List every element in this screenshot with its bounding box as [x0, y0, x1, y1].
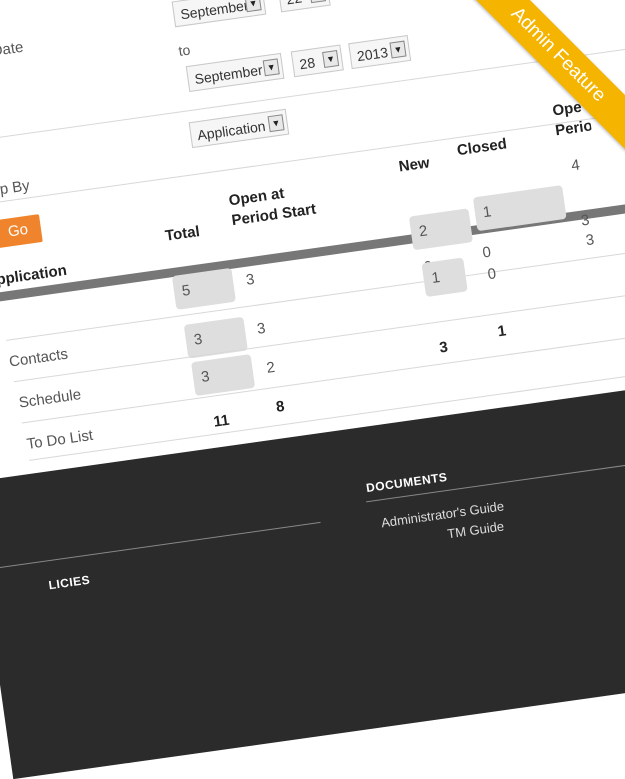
to-month-value: September	[193, 61, 264, 88]
header-new: New	[397, 154, 431, 176]
chevron-down-icon: ▼	[267, 114, 285, 133]
schedule-open-end: 3	[584, 231, 596, 250]
open-start-value: 3	[244, 270, 256, 289]
footer-link-tm-guide[interactable]: TM Guide	[446, 518, 505, 541]
from-day-value: 22	[285, 0, 303, 7]
report-panel: by Date September ▼ 22 ▼ to September ▼ …	[0, 0, 625, 779]
chevron-down-icon: ▼	[322, 50, 340, 68]
contacts-closed: 0	[481, 243, 493, 262]
chevron-down-icon: ▼	[262, 58, 280, 77]
grand-total-total: 11	[212, 411, 231, 431]
new-pill: 2	[408, 208, 474, 251]
schedule-new-pill: 1	[421, 257, 468, 298]
schedule-closed: 0	[486, 265, 498, 284]
group-by-value: Application	[196, 117, 267, 144]
row-name-contacts: Contacts	[8, 345, 70, 371]
header-closed: Closed	[455, 135, 508, 160]
todo-open-start: 2	[265, 358, 277, 377]
closed-pill: 1	[472, 185, 567, 232]
schedule-open-start: 3	[255, 319, 267, 338]
header-open-start: Open at Period Start	[227, 184, 318, 230]
row-name-schedule: Schedule	[17, 386, 83, 412]
to-day-select[interactable]: 28 ▼	[290, 44, 344, 78]
open-end-value: 4	[570, 156, 581, 175]
grand-total-open-start: 8	[274, 397, 286, 416]
chevron-down-icon: ▼	[389, 40, 407, 59]
header-total: Total	[164, 222, 201, 245]
row-name-todo: To Do List	[25, 426, 95, 453]
by-date-label: by Date	[0, 38, 25, 63]
todo-total-pill: 3	[191, 354, 256, 397]
divider	[13, 282, 625, 383]
to-month-select[interactable]: September ▼	[185, 52, 285, 92]
footer-policies-heading: LICIES	[47, 572, 91, 593]
from-day-select[interactable]: 22 ▼	[277, 0, 331, 13]
chevron-down-icon: ▼	[244, 0, 262, 13]
to-year-value: 2013	[355, 44, 390, 65]
grand-total-closed: 1	[496, 322, 508, 341]
total-pill: 5	[171, 267, 236, 310]
footer-divider	[0, 521, 321, 571]
group-by-select[interactable]: Application ▼	[188, 108, 290, 149]
grand-total-new: 3	[438, 338, 449, 357]
to-year-select[interactable]: 2013 ▼	[348, 35, 412, 70]
from-month-value: September	[179, 0, 250, 23]
chevron-down-icon: ▼	[308, 0, 327, 4]
to-label: to	[177, 41, 192, 60]
to-day-value: 28	[298, 54, 317, 73]
from-month-select[interactable]: September ▼	[171, 0, 267, 28]
go-button[interactable]: Go	[0, 214, 43, 249]
